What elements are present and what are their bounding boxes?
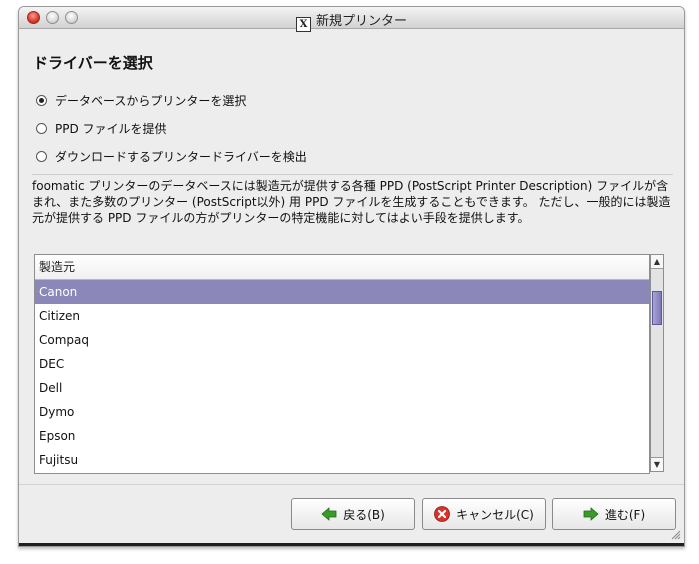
page-heading: ドライバーを選択 <box>33 54 153 72</box>
radio-button[interactable] <box>36 122 47 134</box>
window-title: 新規プリンター <box>315 14 407 29</box>
cancel-button[interactable]: キャンセル(C) <box>422 498 546 530</box>
list-item[interactable]: Compaq <box>35 328 649 352</box>
resize-grip-icon[interactable] <box>671 530 681 540</box>
scroll-up-icon[interactable]: ▲ <box>651 255 663 269</box>
list-item[interactable]: DEC <box>35 352 649 376</box>
radio-label: ダウンロードするプリンタードライバーを検出 <box>55 149 307 164</box>
list-scrollbar[interactable]: ▲ ▼ <box>650 254 664 472</box>
scrollbar-thumb[interactable] <box>652 291 662 325</box>
forward-button-label: 進む(F) <box>604 507 646 522</box>
description-text: foomatic プリンターのデータベースには製造元が提供する各種 PPD (P… <box>32 179 671 225</box>
radio-label: PPD ファイルを提供 <box>55 121 167 136</box>
arrow-left-icon <box>321 507 337 521</box>
back-button-label: 戻る(B) <box>343 507 385 522</box>
list-item[interactable]: Dymo <box>35 400 649 424</box>
title-bar[interactable]: X 新規プリンター <box>19 7 684 32</box>
cancel-icon <box>434 506 451 522</box>
list-item[interactable]: Dell <box>35 376 649 400</box>
radio-button-checked[interactable] <box>36 94 47 106</box>
radio-provide-ppd-file[interactable]: PPD ファイルを提供 <box>36 119 167 137</box>
x11-app-icon: X <box>295 17 311 32</box>
radio-label: データベースからプリンターを選択 <box>55 93 247 108</box>
divider <box>32 174 673 175</box>
list-item[interactable]: Canon <box>35 280 649 304</box>
list-item[interactable]: Epson <box>35 424 649 448</box>
arrow-right-icon <box>583 507 599 521</box>
radio-select-from-database[interactable]: データベースからプリンターを選択 <box>36 91 246 109</box>
forward-button[interactable]: 進む(F) <box>552 498 676 530</box>
scroll-down-icon[interactable]: ▼ <box>651 457 663 471</box>
list-item[interactable]: Fujitsu <box>35 448 649 472</box>
radio-search-driver-download[interactable]: ダウンロードするプリンタードライバーを検出 <box>36 147 307 165</box>
back-button[interactable]: 戻る(B) <box>291 498 415 530</box>
cancel-button-label: キャンセル(C) <box>456 507 534 522</box>
new-printer-dialog: X 新規プリンター ドライバーを選択 データベースからプリンターを選択 PPD フ… <box>18 6 685 547</box>
manufacturer-list[interactable]: 製造元 Canon Citizen Compaq DEC Dell Dymo E… <box>34 254 650 474</box>
radio-button[interactable] <box>36 150 47 162</box>
list-column-header[interactable]: 製造元 <box>35 255 649 280</box>
list-item[interactable]: Citizen <box>35 304 649 328</box>
button-area-divider <box>19 484 684 485</box>
